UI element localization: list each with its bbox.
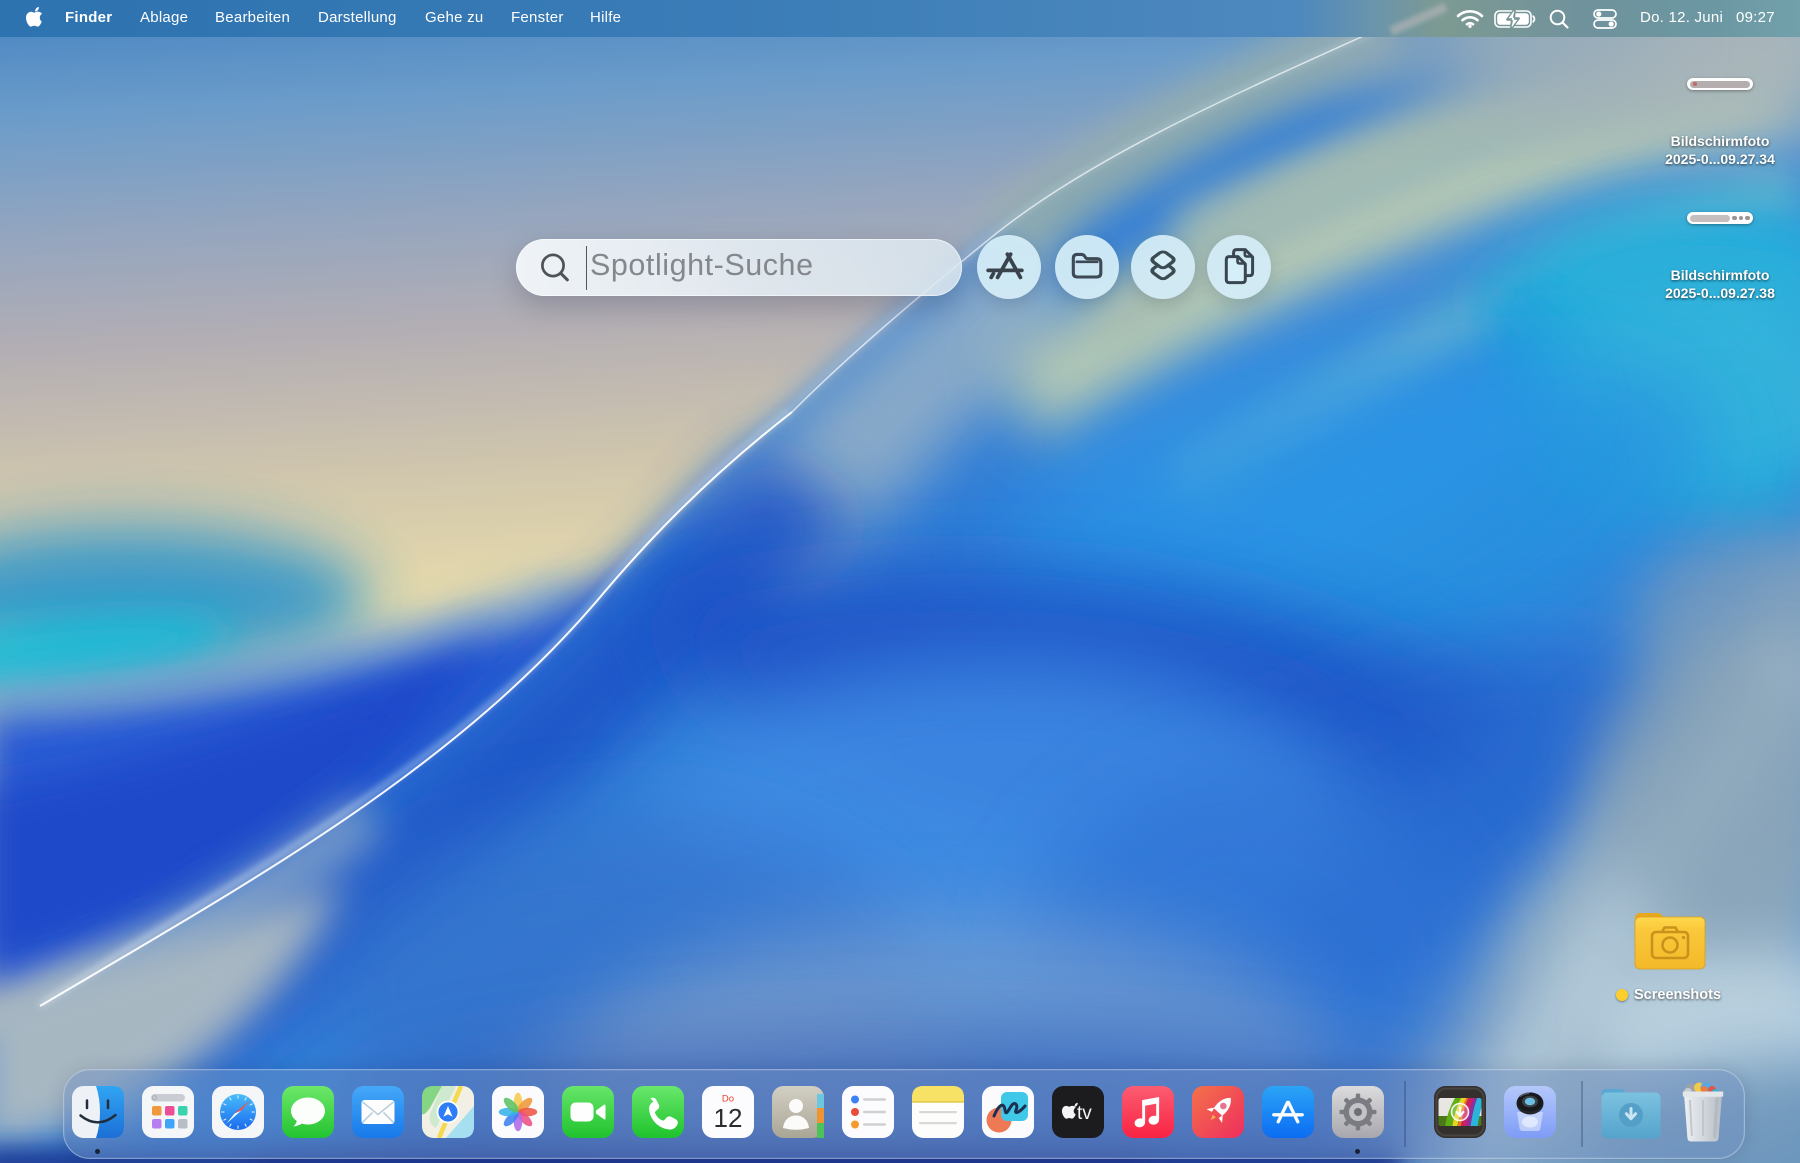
- svg-text:tv: tv: [1077, 1103, 1092, 1124]
- svg-text:12: 12: [713, 1103, 742, 1133]
